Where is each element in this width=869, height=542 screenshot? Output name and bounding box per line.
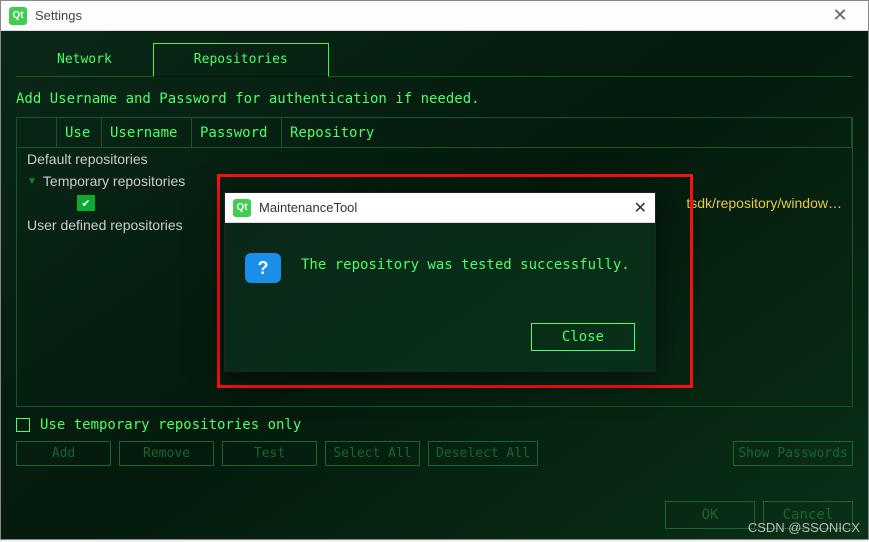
table-header: Use Username Password Repository xyxy=(17,118,852,148)
temp-only-row[interactable]: Use temporary repositories only xyxy=(16,417,853,433)
header-username: Username xyxy=(102,118,192,147)
qt-logo-icon: Qt xyxy=(9,7,27,25)
tab-repositories[interactable]: Repositories xyxy=(153,43,329,77)
select-all-button[interactable]: Select All xyxy=(325,441,420,466)
show-passwords-button[interactable]: Show Passwords xyxy=(733,441,853,466)
row-label: Default repositories xyxy=(27,151,148,167)
close-icon[interactable]: ✕ xyxy=(634,198,647,218)
add-button[interactable]: Add xyxy=(16,441,111,466)
deselect-all-button[interactable]: Deselect All xyxy=(428,441,538,466)
title-bar: Qt Settings ✕ xyxy=(1,1,868,31)
close-button[interactable]: Close xyxy=(531,323,635,351)
window-title: Settings xyxy=(35,8,82,23)
close-icon[interactable]: ✕ xyxy=(820,5,860,26)
dialog-message: The repository was tested successfully. xyxy=(301,257,630,273)
use-checkbox-checked[interactable]: ✔ xyxy=(77,195,95,211)
dialog-body: ? The repository was tested successfully… xyxy=(225,223,655,371)
dialog-title-bar: Qt MaintenanceTool ✕ xyxy=(225,193,655,223)
dialog-title: MaintenanceTool xyxy=(259,200,357,215)
chevron-down-icon[interactable]: ▼ xyxy=(27,176,37,187)
ok-button[interactable]: OK xyxy=(665,501,755,529)
temp-only-label: Use temporary repositories only xyxy=(40,417,301,433)
dialog-button-row: Close xyxy=(245,323,635,351)
repo-url: tsdk/repository/window… xyxy=(686,195,842,211)
header-repository: Repository xyxy=(282,118,852,147)
maintenance-dialog: Qt MaintenanceTool ✕ ? The repository wa… xyxy=(224,192,656,372)
remove-button[interactable]: Remove xyxy=(119,441,214,466)
row-default-repos[interactable]: Default repositories xyxy=(17,148,852,170)
dialog-message-row: ? The repository was tested successfully… xyxy=(245,253,635,283)
row-temporary-repos[interactable]: ▼ Temporary repositories xyxy=(17,170,852,192)
question-icon: ? xyxy=(245,253,281,283)
tab-bar: Network Repositories xyxy=(16,43,853,77)
header-use: Use xyxy=(57,118,102,147)
row-label: User defined repositories xyxy=(27,217,183,233)
header-password: Password xyxy=(192,118,282,147)
header-expand xyxy=(17,118,57,147)
row-label: Temporary repositories xyxy=(43,173,185,189)
settings-window: Qt Settings ✕ Network Repositories Add U… xyxy=(0,0,869,540)
temp-only-checkbox[interactable] xyxy=(16,418,30,432)
button-row: Add Remove Test Select All Deselect All … xyxy=(16,441,853,466)
test-button[interactable]: Test xyxy=(222,441,317,466)
instruction-text: Add Username and Password for authentica… xyxy=(16,91,853,107)
tab-network[interactable]: Network xyxy=(16,43,153,76)
qt-logo-icon: Qt xyxy=(233,199,251,217)
watermark: CSDN @SSONICX xyxy=(748,520,860,535)
